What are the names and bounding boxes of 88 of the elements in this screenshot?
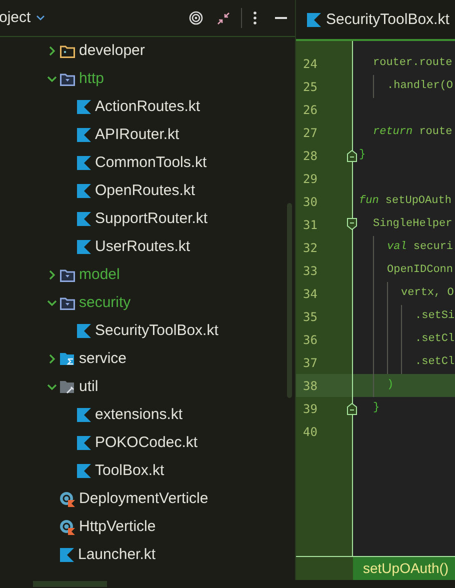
line-number: 26	[303, 102, 318, 118]
tree-item-label[interactable]: security	[79, 292, 131, 314]
line-number: 36	[303, 332, 318, 348]
code-text: fun setUpOAuth	[359, 194, 452, 210]
kotlin-file-icon	[77, 408, 91, 422]
minimize-icon[interactable]	[275, 16, 287, 20]
code-text: .setCl	[415, 355, 455, 370]
line-number: 29	[303, 170, 318, 188]
collapse-icon[interactable]	[217, 12, 230, 24]
chevron-down-icon[interactable]	[36, 15, 45, 21]
tree-item-label[interactable]: APIRouter.kt	[95, 124, 180, 146]
package-folder-icon	[60, 268, 75, 282]
code-text: vertx, O	[401, 286, 454, 302]
more-options-icon[interactable]	[253, 11, 257, 25]
code-text: .setCl	[415, 332, 455, 348]
code-text: router.route	[373, 56, 452, 72]
tree-item-label[interactable]: model	[79, 264, 120, 286]
horizontal-scrollbar[interactable]	[33, 581, 107, 587]
code-text: return route	[373, 125, 452, 140]
kotlin-file-icon	[77, 240, 91, 254]
line-number: 28	[303, 148, 318, 164]
code-text: )	[387, 378, 394, 394]
code-text: .handler(O	[387, 79, 454, 94]
folder-sigma-icon	[60, 352, 75, 366]
tree-item-label[interactable]: DeploymentVerticle	[79, 488, 208, 510]
chevron-right-icon[interactable]	[47, 46, 57, 56]
fold-marker-icon[interactable]	[347, 218, 357, 230]
line-number: 38	[303, 378, 318, 394]
tree-item-label[interactable]: OpenRoutes.kt	[95, 180, 196, 202]
line-number: 30	[303, 194, 318, 210]
chevron-right-icon[interactable]	[47, 270, 57, 280]
chevron-down-icon[interactable]	[47, 298, 57, 308]
code-text: OpenIDConn	[387, 263, 454, 278]
line-number: 32	[303, 240, 318, 256]
line-number: 35	[303, 308, 318, 326]
folder-icon	[60, 44, 75, 58]
fold-marker-icon[interactable]	[347, 150, 357, 162]
code-text: val securi	[387, 240, 454, 256]
kotlin-file-icon	[77, 212, 91, 226]
kotlin-file-icon	[77, 324, 91, 338]
breadcrumb[interactable]: setUpOAuth()	[353, 557, 455, 580]
line-number: 40	[303, 424, 318, 440]
kotlin-file-icon	[77, 100, 91, 114]
line-number: 24	[303, 56, 318, 72]
kotlin-file-icon	[77, 184, 91, 198]
vertical-scrollbar[interactable]	[287, 203, 292, 398]
tree-item-label[interactable]: SecurityToolBox.kt	[95, 320, 218, 342]
kotlin-file-icon	[77, 464, 91, 478]
kotlin-file-icon	[60, 548, 74, 562]
tree-item-label[interactable]: extensions.kt	[95, 404, 183, 426]
tree-item-label[interactable]: SupportRouter.kt	[95, 208, 208, 230]
line-number: 33	[303, 262, 318, 280]
tree-item-label[interactable]: service	[79, 348, 127, 370]
line-number: 37	[303, 354, 318, 372]
code-text: }	[359, 148, 366, 164]
kotlin-class-icon	[60, 492, 75, 506]
kotlin-file-icon	[307, 13, 321, 27]
tree-item-label[interactable]: util	[79, 376, 98, 398]
line-number: 25	[303, 78, 318, 96]
tree-item-label[interactable]: http	[79, 68, 104, 90]
tree-item-label[interactable]: developer	[79, 40, 145, 62]
package-folder-icon	[60, 296, 75, 310]
panel-title[interactable]: oject	[0, 6, 31, 30]
line-number: 31	[303, 216, 318, 234]
line-number: 27	[303, 124, 318, 142]
chevron-down-icon[interactable]	[47, 382, 57, 392]
kotlin-file-icon	[77, 128, 91, 142]
chevron-down-icon[interactable]	[47, 74, 57, 84]
line-number: 34	[303, 286, 318, 302]
code-text: }	[373, 401, 380, 416]
kotlin-file-icon	[77, 156, 91, 170]
fold-marker-icon[interactable]	[347, 403, 357, 415]
kotlin-class-icon	[60, 520, 75, 534]
target-icon[interactable]	[189, 11, 203, 25]
code-text: .setSi	[415, 309, 455, 324]
tree-item-label[interactable]: CommonTools.kt	[95, 152, 207, 174]
code-text: SingleHelper	[373, 217, 452, 232]
package-folder-icon	[60, 72, 75, 86]
kotlin-file-icon	[77, 436, 91, 450]
tree-item-label[interactable]: POKOCodec.kt	[95, 432, 198, 454]
folder-wrench-icon	[60, 380, 75, 394]
chevron-right-icon[interactable]	[47, 354, 57, 364]
line-number: 39	[303, 400, 318, 418]
tree-item-label[interactable]: Launcher.kt	[78, 544, 156, 566]
tree-item-label[interactable]: ActionRoutes.kt	[95, 96, 200, 118]
tree-item-label[interactable]: ToolBox.kt	[95, 460, 164, 482]
tree-item-label[interactable]: HttpVerticle	[79, 516, 156, 538]
tree-item-label[interactable]: UserRoutes.kt	[95, 236, 190, 258]
